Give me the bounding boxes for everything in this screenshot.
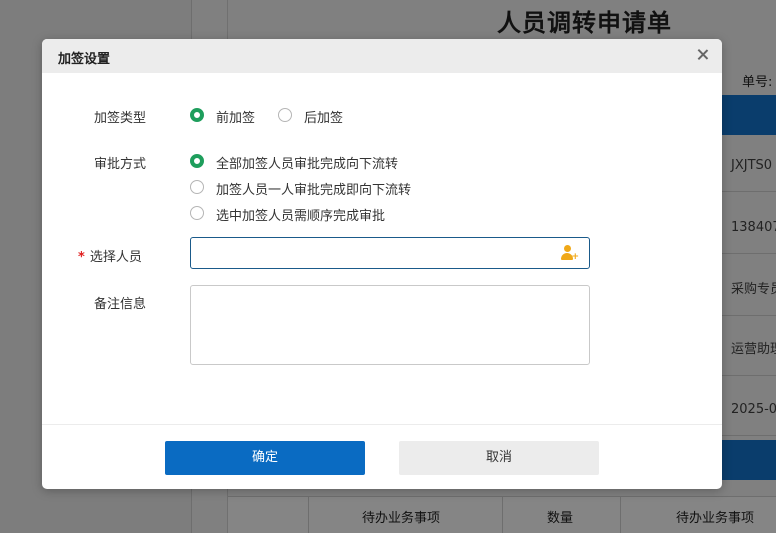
sign-type-label: 加签类型 <box>94 111 147 126</box>
table-cell: 采购专员 <box>722 264 776 316</box>
confirm-button[interactable]: 确定 <box>165 441 365 475</box>
add-signer-dialog: 加签设置 加签类型 前加签 后加签 审批方式 全部加签人员审批完成向下流转 加签… <box>42 39 722 489</box>
table-cell: JXJTS0 <box>722 140 776 192</box>
select-person-input[interactable]: + <box>190 237 590 269</box>
page-title: 人员调转申请单 <box>497 9 672 37</box>
radio-after-sign-label[interactable]: 后加签 <box>304 107 343 126</box>
table-cell: 运营助理 <box>722 324 776 376</box>
table-footer-band <box>722 440 776 480</box>
remarks-label: 备注信息 <box>94 297 147 312</box>
select-person-label: * 选择人员 <box>78 246 142 265</box>
table-cell: 2025-0 <box>722 384 776 436</box>
radio-sequential-approve-label[interactable]: 选中加签人员需顺序完成审批 <box>216 205 385 224</box>
radio-before-sign-label[interactable]: 前加签 <box>216 107 255 126</box>
column-header-pending-2: 待办业务事项 <box>676 511 755 526</box>
add-user-icon[interactable]: + <box>561 245 579 262</box>
radio-all-approve-label[interactable]: 全部加签人员审批完成向下流转 <box>216 153 398 172</box>
radio-after-sign[interactable] <box>278 108 292 122</box>
column-header-pending: 待办业务事项 <box>362 511 441 526</box>
doc-number-label: 单号: <box>742 75 773 90</box>
dialog-footer: 确定 取消 <box>42 424 722 489</box>
select-person-label-text: 选择人员 <box>89 250 142 265</box>
close-icon[interactable] <box>694 46 712 64</box>
approval-method-label: 审批方式 <box>94 157 147 172</box>
radio-any-approve-label[interactable]: 加签人员一人审批完成即向下流转 <box>216 179 411 198</box>
required-mark: * <box>78 250 85 265</box>
remarks-textarea[interactable] <box>190 285 590 365</box>
table-cell: 138407 <box>722 202 776 254</box>
table-header-band <box>722 95 776 135</box>
background-table-header: 待办业务事项 数量 待办业务事项 <box>228 496 776 533</box>
dialog-header: 加签设置 <box>42 39 722 73</box>
radio-all-approve[interactable] <box>190 154 204 168</box>
radio-sequential-approve[interactable] <box>190 206 204 220</box>
column-header-count: 数量 <box>547 511 574 526</box>
cancel-button[interactable]: 取消 <box>399 441 599 475</box>
radio-any-approve[interactable] <box>190 180 204 194</box>
dialog-title: 加签设置 <box>58 52 111 67</box>
radio-before-sign[interactable] <box>190 108 204 122</box>
